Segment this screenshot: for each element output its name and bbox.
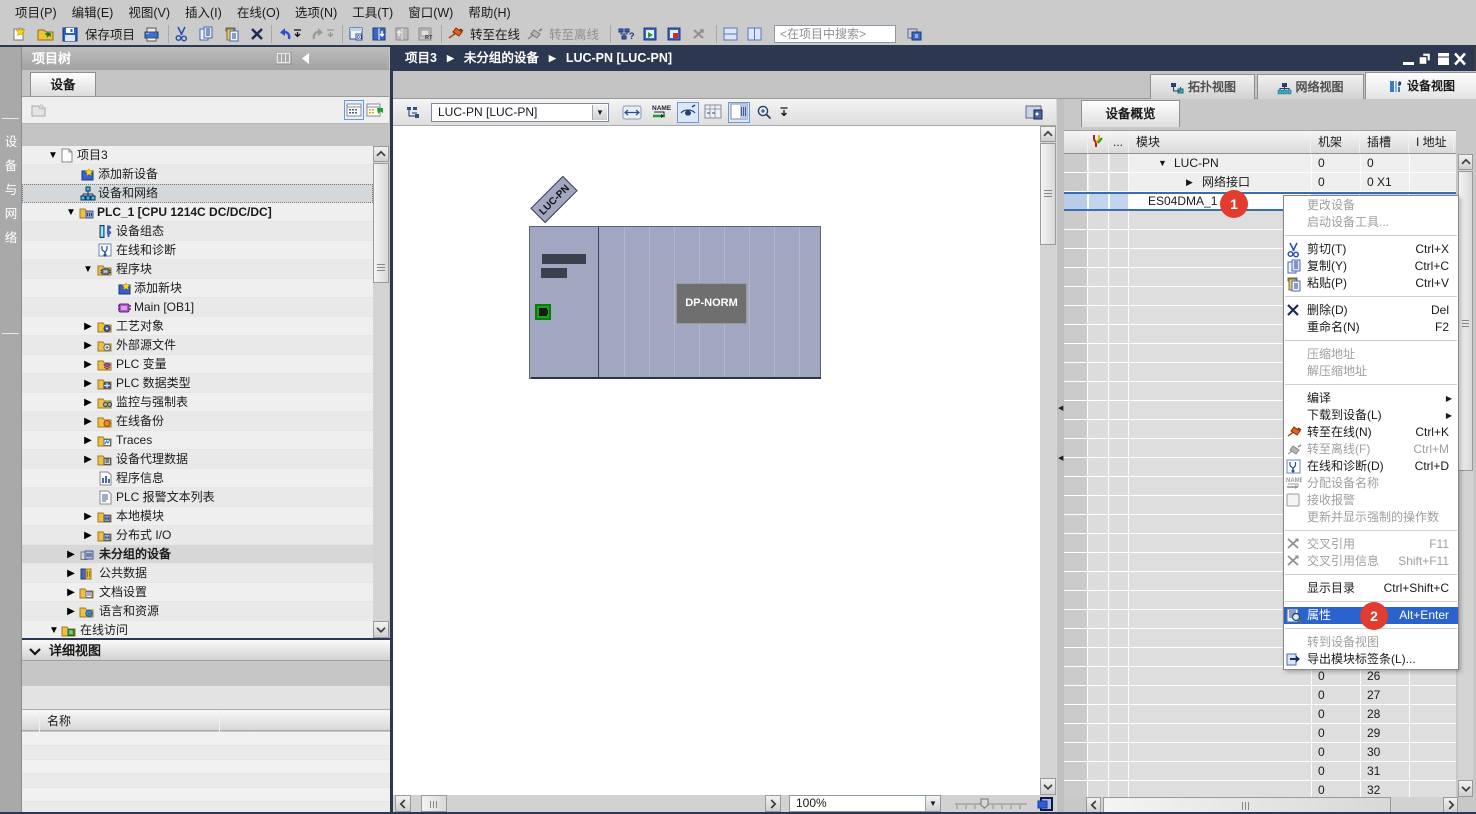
svg-text:NAME: NAME: [652, 105, 671, 112]
svg-text:NAME: NAME: [1286, 478, 1302, 484]
svg-text:RT: RT: [425, 35, 433, 41]
svg-text:01: 01: [357, 35, 363, 41]
svg-text:?: ?: [629, 31, 635, 41]
